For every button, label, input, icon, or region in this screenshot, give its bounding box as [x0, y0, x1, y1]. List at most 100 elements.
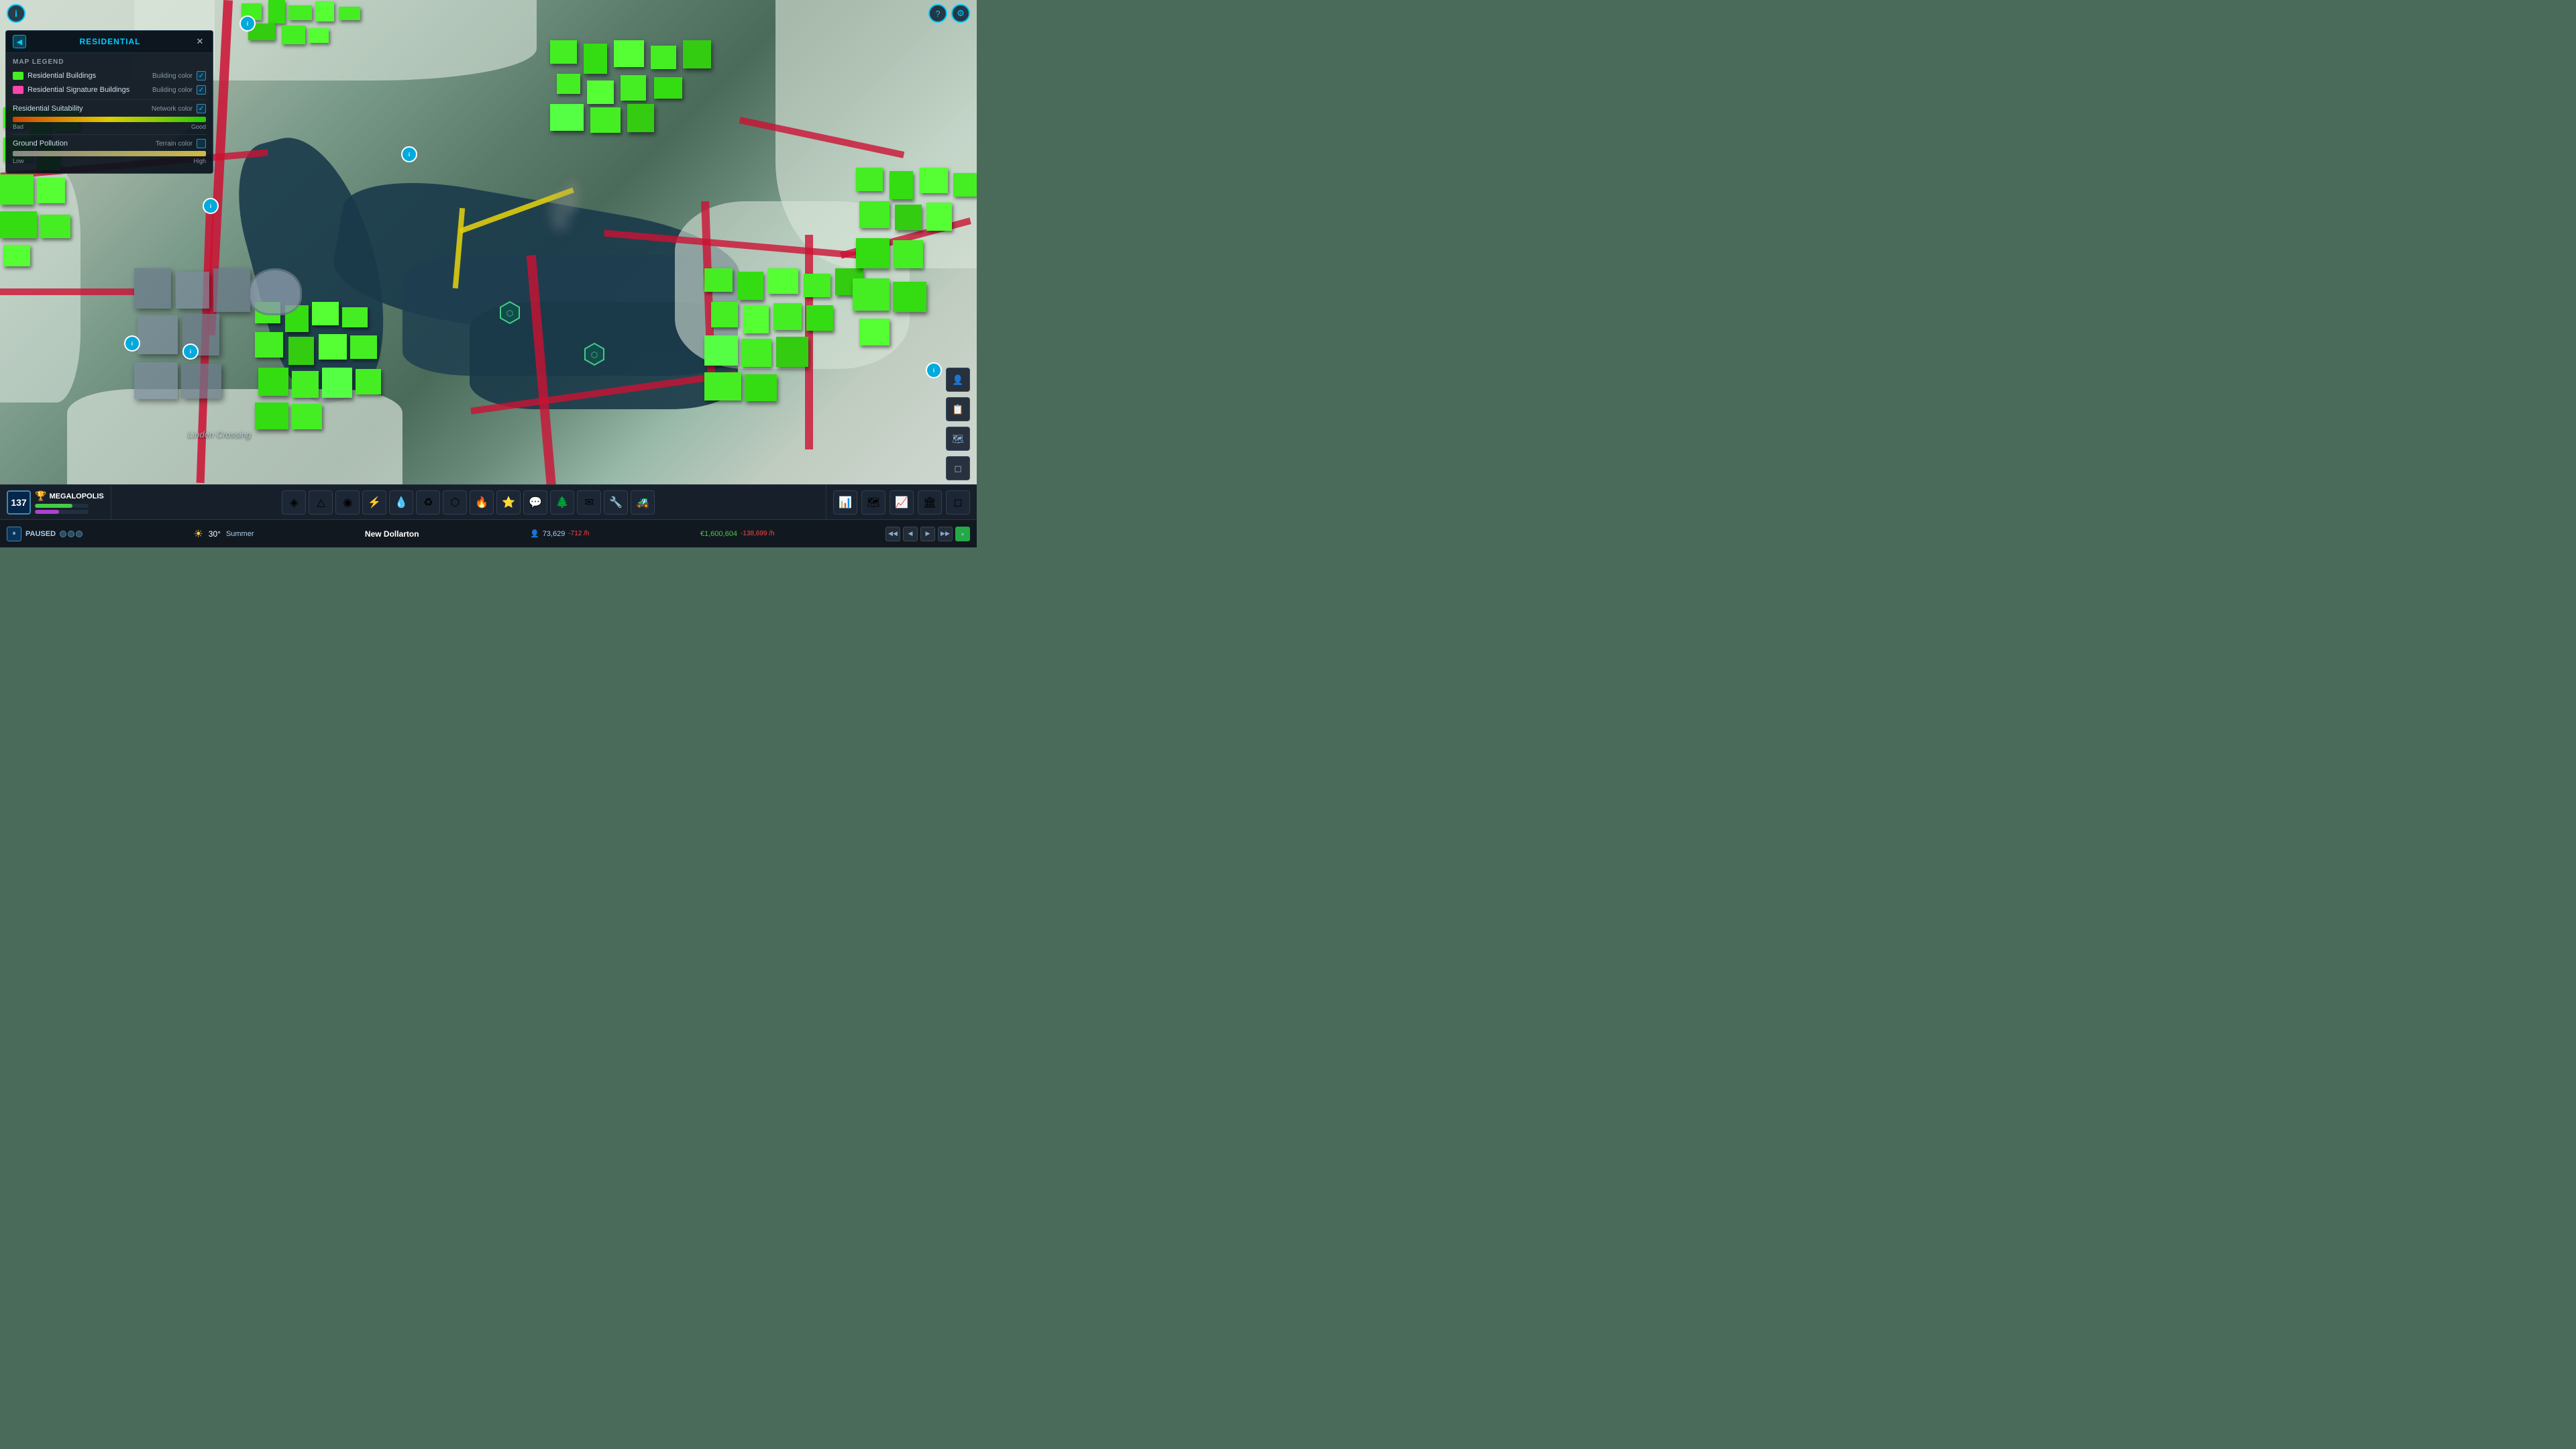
- pollution-checkbox[interactable]: [197, 139, 206, 148]
- bottom-left: ⏸ PAUSED: [7, 527, 83, 541]
- city-bars: [35, 504, 89, 514]
- citizens-button[interactable]: 👤: [946, 368, 970, 392]
- city-level-badge: 137: [7, 490, 31, 515]
- top-bar: i ? ⚙: [0, 0, 977, 27]
- pop-marker-1: i: [203, 198, 219, 214]
- bottom-money: €1,600,604 -138,699 /h: [700, 530, 775, 538]
- toolbar-btn-police[interactable]: ⭐: [496, 490, 521, 515]
- population-icon: 👤: [530, 529, 539, 538]
- city-bar-2: [35, 510, 59, 514]
- pollution-label: Ground Pollution: [13, 140, 68, 148]
- legend-back-button[interactable]: ◀: [13, 35, 26, 48]
- city-bar-1: [35, 504, 72, 508]
- toolbar-statistics-button[interactable]: 📊: [833, 490, 857, 515]
- bottom-bar: ⏸ PAUSED ☀ 30° Summer New Dollarton 👤 73…: [0, 519, 977, 547]
- bottom-city-name: New Dollarton: [365, 529, 419, 539]
- residential-swatch: [13, 72, 23, 80]
- svg-text:⬡: ⬡: [591, 350, 598, 360]
- legend-header: ◀ RESIDENTIAL ✕: [6, 31, 213, 53]
- legend-close-button[interactable]: ✕: [194, 36, 206, 48]
- trophy-icon: 🏆: [35, 490, 46, 502]
- toolbar-btn-transport[interactable]: 🚜: [631, 490, 655, 515]
- toolbar-map-button[interactable]: 🗺: [861, 490, 885, 515]
- city-name: MEGALOPOLIS: [49, 492, 103, 500]
- city-info-section: 137 🏆 MEGALOPOLIS: [0, 485, 111, 519]
- weather-season: Summer: [226, 530, 254, 538]
- toolbar-btn-services[interactable]: ◉: [335, 490, 360, 515]
- signature-label: Residential Signature Buildings: [28, 86, 129, 94]
- toolbar-btn-districts[interactable]: ⬡: [443, 490, 467, 515]
- settings-button[interactable]: ⚙: [951, 4, 970, 23]
- map-view-button[interactable]: 🗺: [946, 427, 970, 451]
- suitability-label: Residential Suitability: [13, 105, 83, 113]
- speed-dot-3[interactable]: [76, 531, 83, 537]
- pop-marker-4: i: [124, 335, 140, 352]
- svg-text:⬡: ⬡: [506, 309, 513, 318]
- rewind-button[interactable]: ◀◀: [885, 527, 900, 541]
- paused-label: PAUSED: [25, 530, 56, 538]
- status-indicator: ●: [955, 527, 970, 541]
- toolbar-btn-health[interactable]: ♻: [416, 490, 440, 515]
- toolbar-btn-roads[interactable]: △: [309, 490, 333, 515]
- toolbar-btn-comms[interactable]: ✉: [577, 490, 601, 515]
- residential-checkbox[interactable]: [197, 71, 206, 80]
- map-legend-label: MAP LEGEND: [13, 58, 206, 66]
- signature-swatch: [13, 86, 23, 94]
- legend-panel: ◀ RESIDENTIAL ✕ MAP LEGEND Residential B…: [5, 30, 213, 174]
- weather-icon: ☀: [193, 527, 203, 541]
- pause-button[interactable]: ⏸: [7, 527, 21, 541]
- population-value: 73,629: [543, 530, 566, 538]
- legend-body: MAP LEGEND Residential Buildings Buildin…: [6, 53, 213, 173]
- right-panel: 👤 📋 🗺 ◻: [946, 34, 970, 480]
- toolbar-charts-button[interactable]: 📈: [890, 490, 914, 515]
- toolbar-right: 📊 🗺 📈 🏛 ◻: [826, 485, 977, 519]
- legend-title: RESIDENTIAL: [79, 37, 140, 46]
- speed-controls: [60, 531, 83, 537]
- bottom-right-controls: ◀◀ ◀ ▶ ▶▶ ●: [885, 527, 970, 541]
- signature-checkbox[interactable]: [197, 85, 206, 95]
- pop-marker-6: i: [926, 362, 942, 378]
- toolbar-btn-fire[interactable]: 🔥: [470, 490, 494, 515]
- toolbar-btn-parks[interactable]: 🌲: [550, 490, 574, 515]
- toolbar-btn-zones[interactable]: ◈: [282, 490, 306, 515]
- signature-color-type: Building color: [152, 87, 193, 94]
- pollution-color-type: Terrain color: [156, 140, 193, 148]
- legend-suitability-row: Residential Suitability Network color: [13, 104, 206, 113]
- help-button[interactable]: ?: [928, 4, 947, 23]
- fast-forward-button[interactable]: ▶▶: [938, 527, 953, 541]
- city-name-trophy: 🏆 MEGALOPOLIS: [35, 490, 104, 502]
- pollution-high-label: High: [193, 158, 206, 164]
- prev-button[interactable]: ◀: [903, 527, 918, 541]
- pop-marker-3: i: [401, 146, 417, 162]
- ground-pollution-section: Ground Pollution Terrain color Low High: [13, 139, 206, 164]
- toolbar-main: ◈ △ ◉ ⚡ 💧 ♻ ⬡ 🔥 ⭐ 💬 🌲 ✉ 🔧 🚜: [111, 490, 826, 515]
- toolbar-buildings-button[interactable]: 🏛: [918, 490, 942, 515]
- gradient-bad-label: Bad: [13, 123, 23, 130]
- speed-dot-1[interactable]: [60, 531, 66, 537]
- journal-button[interactable]: 📋: [946, 397, 970, 421]
- toolbar-btn-electricity[interactable]: ⚡: [362, 490, 386, 515]
- residential-color-type: Building color: [152, 72, 193, 80]
- info-button[interactable]: i: [7, 4, 25, 23]
- speed-dot-2[interactable]: [68, 531, 74, 537]
- money-amount: €1,600,604: [700, 530, 737, 538]
- play-button[interactable]: ▶: [920, 527, 935, 541]
- toolbar-btn-water[interactable]: 💧: [389, 490, 413, 515]
- legend-row-signature: Residential Signature Buildings Building…: [13, 85, 206, 95]
- suitability-checkbox[interactable]: [197, 104, 206, 113]
- toolbar-expand-button[interactable]: ◻: [946, 490, 970, 515]
- pollution-gradient: Low High: [13, 151, 206, 164]
- bottom-weather: ☀ 30° Summer: [193, 527, 254, 541]
- money-change: -138,699 /h: [741, 530, 775, 537]
- weather-temp: 30°: [209, 529, 221, 539]
- toolbar-btn-education[interactable]: 💬: [523, 490, 547, 515]
- population-change: -712 /h: [568, 530, 589, 537]
- toolbar: 137 🏆 MEGALOPOLIS ◈ △ ◉ ⚡ 💧 ♻ ⬡ 🔥 ⭐ 💬: [0, 484, 977, 519]
- toolbar-btn-industry[interactable]: 🔧: [604, 490, 628, 515]
- pollution-low-label: Low: [13, 158, 24, 164]
- gradient-good-label: Good: [191, 123, 206, 130]
- bottom-population: 👤 73,629 -712 /h: [530, 529, 590, 538]
- expand-right-button[interactable]: ◻: [946, 456, 970, 480]
- suitability-color-type: Network color: [152, 105, 193, 113]
- suitability-gradient: Bad Good: [13, 117, 206, 130]
